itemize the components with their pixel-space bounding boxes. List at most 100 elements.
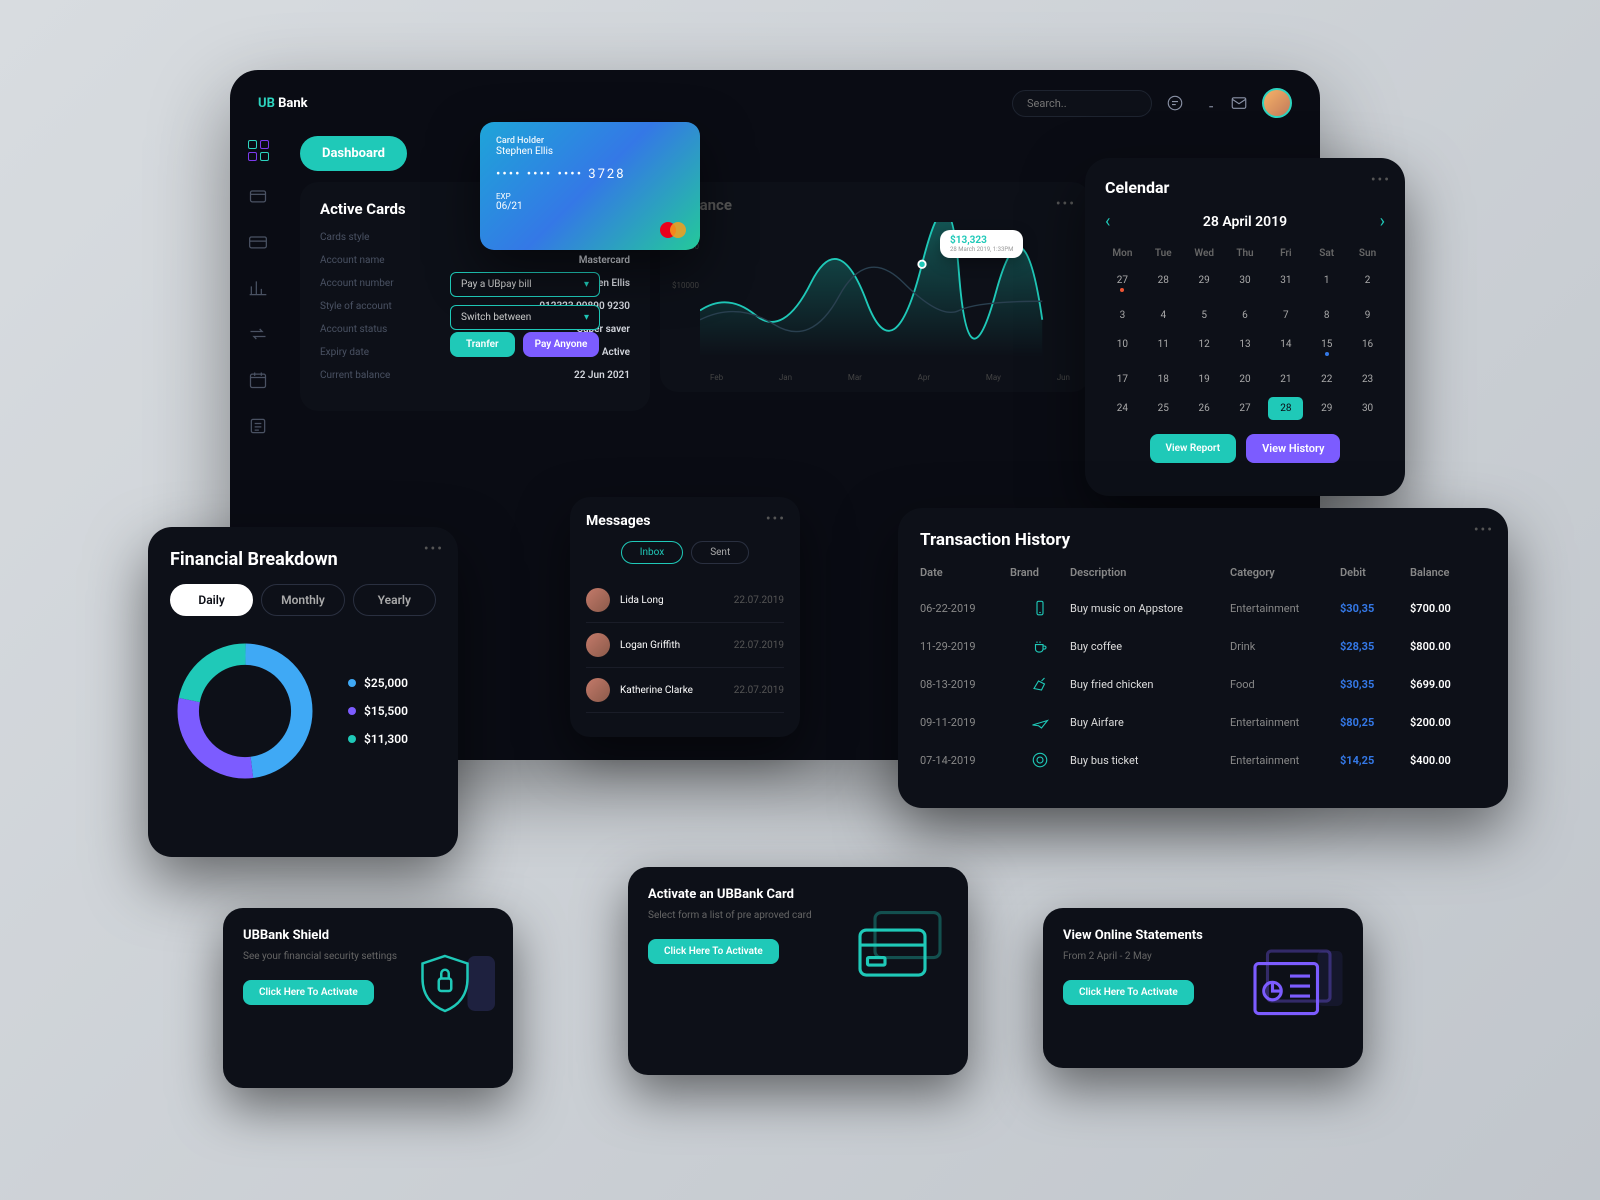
cal-day[interactable]: 11 (1146, 333, 1181, 362)
dashboard-button[interactable]: Dashboard (300, 136, 407, 171)
seg-daily[interactable]: Daily (170, 584, 253, 616)
tab-inbox[interactable]: Inbox (621, 541, 683, 564)
sidebar-list-icon[interactable] (248, 416, 268, 436)
cal-day[interactable]: 26 (1187, 397, 1222, 420)
topbar: UB Bank (230, 70, 1320, 136)
sidebar-wallet-icon[interactable] (248, 186, 268, 206)
tr-balance: $400.00 (1410, 754, 1490, 767)
legend-dot (348, 735, 356, 743)
cta-statements-button[interactable]: Click Here To Activate (1063, 980, 1194, 1005)
cal-day[interactable]: 30 (1228, 269, 1263, 298)
cal-day[interactable]: 22 (1309, 368, 1344, 391)
calendar-month: 28 April 2019 (1203, 214, 1287, 230)
messages-panel: ••• Messages Inbox Sent Lida Long22.07.2… (570, 497, 800, 737)
sidebar-chart-icon[interactable] (248, 278, 268, 298)
view-history-button[interactable]: View History (1246, 434, 1340, 463)
cal-day[interactable]: 2 (1350, 269, 1385, 298)
cal-day[interactable]: 3 (1105, 304, 1140, 327)
avatar (586, 633, 610, 657)
cal-day[interactable]: 14 (1268, 333, 1303, 362)
prev-month-icon[interactable]: ‹ (1105, 211, 1110, 232)
cal-day[interactable]: 7 (1268, 304, 1303, 327)
cal-day[interactable]: 10 (1105, 333, 1140, 362)
cal-day[interactable]: 9 (1350, 304, 1385, 327)
transaction-row[interactable]: 07-14-2019Buy bus ticketEntertainment$14… (920, 741, 1486, 779)
more-icon[interactable]: ••• (424, 541, 444, 557)
legend-dot (348, 707, 356, 715)
cal-day[interactable]: 12 (1187, 333, 1222, 362)
cal-day[interactable]: 1 (1309, 269, 1344, 298)
chat-icon[interactable] (1166, 94, 1184, 112)
sidebar-transfer-icon[interactable] (248, 324, 268, 344)
pay-anyone-button[interactable]: Pay Anyone (523, 332, 600, 357)
message-item[interactable]: Katherine Clarke22.07.2019 (586, 668, 784, 713)
card-exp-label: EXP (496, 192, 684, 201)
ac-value: 22 Jun 2021 (574, 370, 630, 381)
cal-day[interactable]: 17 (1105, 368, 1140, 391)
sidebar-calendar-icon[interactable] (248, 370, 268, 390)
seg-yearly[interactable]: Yearly (353, 584, 436, 616)
pay-bill-select[interactable]: Pay a UBpay bill▾ (450, 272, 600, 297)
tr-category: Entertainment (1230, 602, 1340, 615)
ac-label: Cards style (320, 232, 369, 243)
cal-day[interactable]: 28 (1268, 397, 1303, 420)
cal-day[interactable]: 6 (1228, 304, 1263, 327)
next-month-icon[interactable]: › (1380, 211, 1385, 232)
cal-day[interactable]: 27 (1105, 269, 1140, 298)
more-icon[interactable]: ••• (1474, 522, 1494, 538)
tab-sent[interactable]: Sent (691, 541, 749, 564)
transaction-row[interactable]: 06-22-2019Buy music on AppstoreEntertain… (920, 589, 1486, 627)
tr-debit: $30,35 (1340, 602, 1410, 615)
cta-shield-button[interactable]: Click Here To Activate (243, 980, 374, 1005)
transaction-row[interactable]: 08-13-2019Buy fried chickenFood$30,35$69… (920, 665, 1486, 703)
cta-activate-button[interactable]: Click Here To Activate (648, 939, 779, 964)
cal-day[interactable]: 23 (1350, 368, 1385, 391)
message-item[interactable]: Lida Long22.07.2019 (586, 578, 784, 623)
transaction-row[interactable]: 11-29-2019Buy coffeeDrink$28,35$800.00 (920, 627, 1486, 665)
cal-day[interactable]: 4 (1146, 304, 1181, 327)
cal-day[interactable]: 15 (1309, 333, 1344, 362)
credit-card: Card Holder Stephen Ellis •••• •••• ••••… (480, 122, 700, 250)
seg-monthly[interactable]: Monthly (261, 584, 344, 616)
cal-day[interactable]: 5 (1187, 304, 1222, 327)
more-icon[interactable]: ••• (1371, 172, 1391, 188)
transaction-row[interactable]: 09-11-2019Buy AirfareEntertainment$80,25… (920, 703, 1486, 741)
legend-value: $15,500 (364, 704, 408, 718)
cal-day[interactable]: 20 (1228, 368, 1263, 391)
ac-label: Current balance (320, 370, 390, 381)
cal-day[interactable]: 8 (1309, 304, 1344, 327)
tr-balance: $200.00 (1410, 716, 1490, 729)
search-input[interactable] (1012, 90, 1152, 117)
cal-day[interactable]: 31 (1268, 269, 1303, 298)
switch-select[interactable]: Switch between▾ (450, 305, 600, 330)
view-report-button[interactable]: View Report (1150, 434, 1237, 463)
more-icon[interactable]: ••• (766, 511, 786, 527)
cal-day[interactable]: 25 (1146, 397, 1181, 420)
cal-day[interactable]: 27 (1228, 397, 1263, 420)
sidebar-apps-icon[interactable] (248, 140, 268, 160)
mail-icon[interactable] (1230, 94, 1248, 112)
tr-date: 11-29-2019 (920, 640, 1010, 653)
tr-brand-icon (1010, 713, 1070, 731)
avatar[interactable] (1262, 88, 1292, 118)
ac-value: Active (602, 347, 630, 358)
bell-icon[interactable] (1198, 94, 1216, 112)
tr-debit: $14,25 (1340, 754, 1410, 767)
balance-title: Balance (678, 196, 1072, 214)
cal-day[interactable]: 13 (1228, 333, 1263, 362)
message-item[interactable]: Logan Griffith22.07.2019 (586, 623, 784, 668)
cal-day[interactable]: 28 (1146, 269, 1181, 298)
cal-day[interactable]: 29 (1187, 269, 1222, 298)
more-icon[interactable]: ••• (1056, 196, 1076, 212)
cal-day[interactable]: 29 (1309, 397, 1344, 420)
transfer-button[interactable]: Tranfer (450, 332, 515, 357)
cal-day[interactable]: 24 (1105, 397, 1140, 420)
tr-balance: $699.00 (1410, 678, 1490, 691)
sidebar-card-icon[interactable] (248, 232, 268, 252)
shield-icon (415, 946, 495, 1026)
cal-day[interactable]: 18 (1146, 368, 1181, 391)
cal-day[interactable]: 30 (1350, 397, 1385, 420)
cal-day[interactable]: 16 (1350, 333, 1385, 362)
cal-day[interactable]: 19 (1187, 368, 1222, 391)
cal-day[interactable]: 21 (1268, 368, 1303, 391)
